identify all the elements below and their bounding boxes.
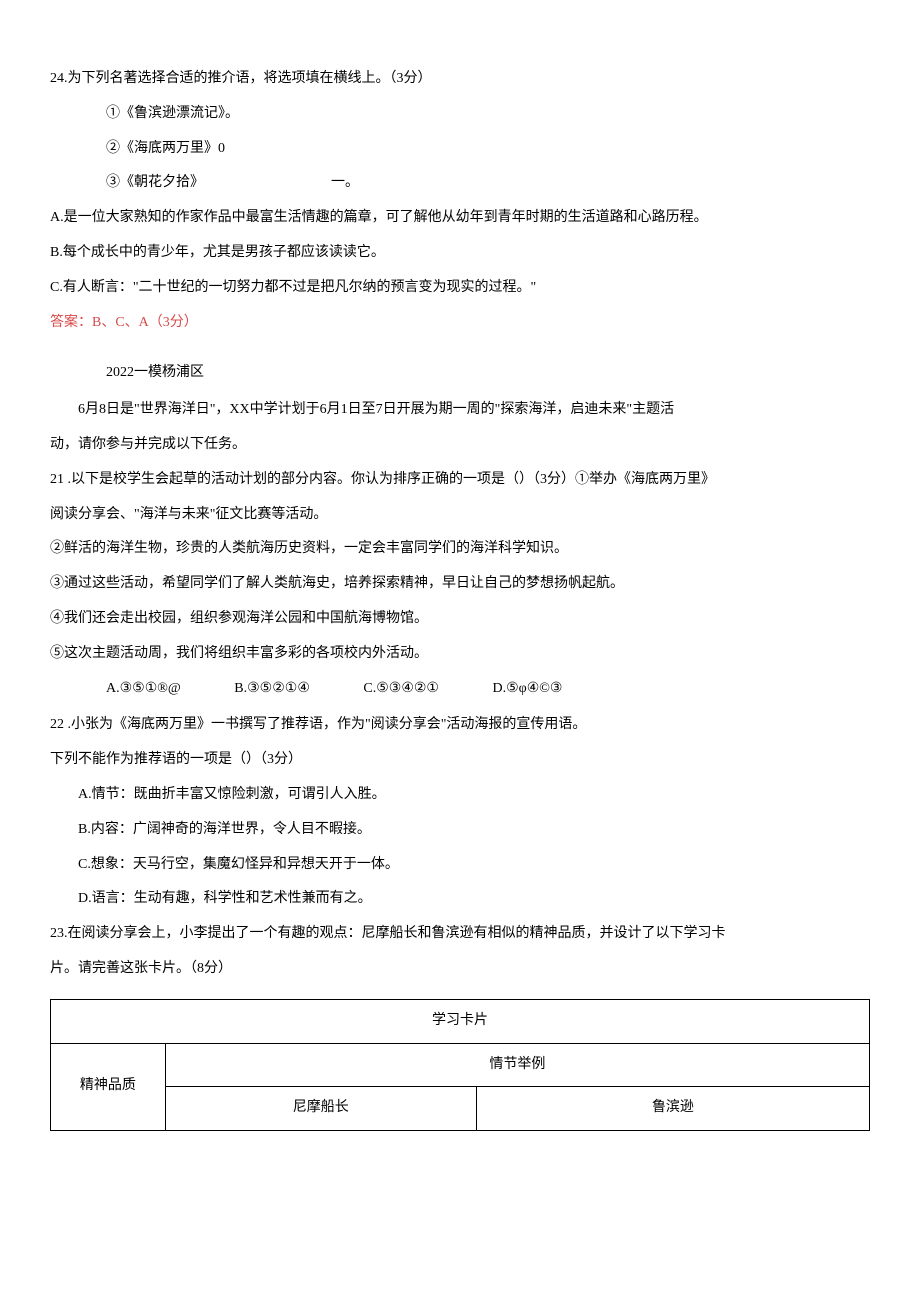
q24-item-1: ①《鲁滨逊漂流记》。 bbox=[50, 99, 870, 130]
section-intro: 6月8日是"世界海洋日"，XX中学计划于6月1日至7日开展为期一周的"探索海洋，… bbox=[50, 395, 870, 426]
q24-item-2: ②《海底两万里》0 bbox=[50, 134, 870, 165]
q24-opt-b: B.每个成长中的青少年，尤其是男孩子都应该读读它。 bbox=[50, 238, 870, 269]
q21-stem-1: 21 .以下是校学生会起草的活动计划的部分内容。你认为排序正确的一项是（）（3分… bbox=[50, 465, 870, 496]
q24-answer: 答案：B、C、A（3分） bbox=[50, 308, 870, 339]
q24-item-3-tail: 一。 bbox=[331, 175, 359, 190]
q21-seq-4: ④我们还会走出校园，组织参观海洋公园和中国航海博物馆。 bbox=[50, 604, 870, 635]
q21-stem-2: 阅读分享会、"海洋与未来"征文比赛等活动。 bbox=[50, 500, 870, 531]
study-card-table: 学习卡片 精神品质 情节举例 尼摩船长 鲁滨逊 bbox=[50, 999, 870, 1131]
q24-opt-a: A.是一位大家熟知的作家作品中最富生活情趣的篇章，可了解他从幼年到青年时期的生活… bbox=[50, 203, 870, 234]
q24-item-3: ③《朝花夕拾》 一。 bbox=[50, 168, 870, 199]
q21-opt-d: D.⑤φ④©③ bbox=[492, 674, 562, 705]
q24-opt-c: C.有人断言："二十世纪的一切努力都不过是把凡尔纳的预言变为现实的过程。" bbox=[50, 273, 870, 304]
q21-opt-c: C.⑤③④②① bbox=[363, 674, 439, 705]
q22-opt-c: C.想象：天马行空，集魔幻怪异和异想天开于一体。 bbox=[50, 850, 870, 881]
q24-item-3-text: ③《朝花夕拾》 bbox=[106, 175, 204, 190]
q21-opt-a: A.③⑤①®@ bbox=[106, 674, 181, 705]
q21-seq-3: ③通过这些活动，希望同学们了解人类航海史，培养探索精神，早日让自己的梦想扬帆起航… bbox=[50, 569, 870, 600]
q21-seq-2: ②鲜活的海洋生物，珍贵的人类航海历史资料，一定会丰富同学们的海洋科学知识。 bbox=[50, 534, 870, 565]
q21-options: A.③⑤①®@ B.③⑤②①④ C.⑤③④②① D.⑤φ④©③ bbox=[50, 674, 870, 705]
q22-stem-2: 下列不能作为推荐语的一项是（）（3分） bbox=[50, 745, 870, 776]
q22-opt-a: A.情节：既曲折丰富又惊险刺激，可谓引人入胜。 bbox=[50, 780, 870, 811]
q23-stem-2: 片。请完善这张卡片。（8分） bbox=[50, 954, 870, 985]
intro-line1: 6月8日是"世界海洋日"，XX中学计划于6月1日至7日开展为期一周的"探索海洋，… bbox=[50, 395, 674, 426]
q21-seq-5: ⑤这次主题活动周，我们将组织丰富多彩的各项校内外活动。 bbox=[50, 639, 870, 670]
table-col-examples: 情节举例 bbox=[165, 1043, 869, 1087]
section-title: 2022一模杨浦区 bbox=[50, 358, 870, 389]
q23-stem-1: 23.在阅读分享会上，小李提出了一个有趣的观点：尼摩船长和鲁滨逊有相似的精神品质… bbox=[50, 919, 870, 950]
table-col-robinson: 鲁滨逊 bbox=[476, 1087, 869, 1131]
table-col-nemo: 尼摩船长 bbox=[165, 1087, 476, 1131]
q22-opt-d: D.语言：生动有趣，科学性和艺术性兼而有之。 bbox=[50, 884, 870, 915]
q22-opt-b: B.内容：广阔神奇的海洋世界，令人目不暇接。 bbox=[50, 815, 870, 846]
q22-stem-1: 22 .小张为《海底两万里》一书撰写了推荐语，作为"阅读分享会"活动海报的宣传用… bbox=[50, 710, 870, 741]
table-title: 学习卡片 bbox=[51, 999, 870, 1043]
q21-opt-b: B.③⑤②①④ bbox=[234, 674, 310, 705]
intro-line2: 动，请你参与并完成以下任务。 bbox=[50, 430, 870, 461]
table-col-quality: 精神品质 bbox=[51, 1043, 166, 1131]
q24-stem: 24.为下列名著选择合适的推介语，将选项填在横线上。（3分） bbox=[50, 64, 870, 95]
